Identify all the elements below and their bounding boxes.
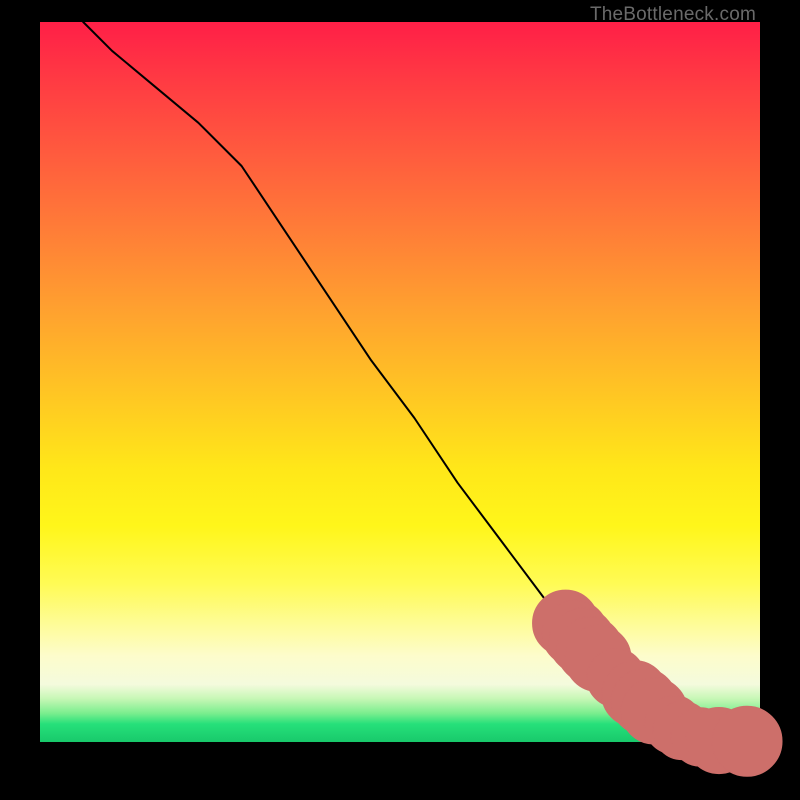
chart-frame: TheBottleneck.com	[0, 0, 800, 800]
marker-layer	[533, 590, 782, 776]
chart-overlay	[40, 22, 760, 742]
data-marker	[712, 706, 782, 776]
plot-area	[40, 22, 760, 742]
curve-line	[83, 22, 745, 742]
